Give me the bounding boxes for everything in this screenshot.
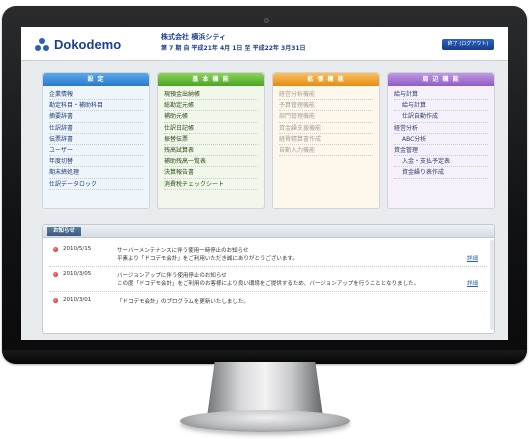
menu-item[interactable]: 伝票辞書 bbox=[49, 134, 143, 145]
dokodemo-logo-icon bbox=[35, 37, 50, 52]
menu-item[interactable]: 残高試算表 bbox=[164, 145, 258, 157]
panel-title: 周 辺 機 能 bbox=[388, 73, 494, 86]
menu-item[interactable]: 企業情報 bbox=[49, 89, 143, 101]
fiscal-period: 第 7 期 自 平成21年 4月 1日 至 平成22年 3月31日 bbox=[161, 45, 306, 52]
company-name: 株式会社 横浜シティ bbox=[161, 33, 227, 41]
detail-link[interactable]: 詳細 bbox=[467, 254, 478, 262]
panel-peripheral-functions: 周 辺 機 能 給与計算 給与計算 仕訳自動作成 経営分析 ABC分析 資金管理… bbox=[387, 72, 495, 209]
panel-extended-functions: 拡 張 機 能 経営分析機能 予算管理機能 部門管理機能 資金繰支援機能 経費精… bbox=[272, 72, 380, 209]
menu-item[interactable]: 摘要辞書 bbox=[49, 111, 143, 123]
menu-item-disabled: 経営分析機能 bbox=[279, 89, 373, 101]
monitor-stand-neck bbox=[207, 362, 323, 414]
panel-basic-functions: 基 本 機 能 現預金出納帳 総勘定元帳 補助元帳 仕訳日記帳 振替伝票 残高試… bbox=[157, 72, 265, 209]
app-screen: Dokodemo 株式会社 横浜シティ 第 7 期 自 平成21年 4月 1日 … bbox=[21, 27, 508, 340]
news-date: 2010/3/05 bbox=[63, 271, 92, 277]
menu-section-funds[interactable]: 資金管理 bbox=[394, 145, 488, 157]
menu-item[interactable]: 振替伝票 bbox=[164, 134, 258, 145]
menu-item[interactable]: 仕訳自動作成 bbox=[394, 111, 488, 123]
scrollbar[interactable] bbox=[490, 240, 494, 330]
notice-title: お知らせ bbox=[47, 227, 81, 236]
menu-item-disabled: 予算管理機能 bbox=[279, 100, 373, 112]
menu-section-analysis[interactable]: 経営分析 bbox=[394, 123, 488, 134]
menu-item[interactable]: 消費税チェックシート bbox=[164, 179, 258, 190]
menu-item[interactable]: 現預金出納帳 bbox=[164, 89, 258, 101]
notice-panel: お知らせ 2010/5/15 サーバーメンテナンスに伴う使用一時停止のお知らせ … bbox=[42, 224, 495, 334]
menu-item[interactable]: 仕訳データロック bbox=[49, 179, 143, 190]
menu-item[interactable]: ユーザー bbox=[49, 145, 143, 157]
divider bbox=[49, 291, 487, 292]
panel-settings: 設 定 企業情報 勘定科目・補助科目 摘要辞書 仕訳辞書 伝票辞書 ユーザー 年… bbox=[42, 72, 150, 209]
news-title: 「ドコデモ会計」のプログラムを更新いたしました。 bbox=[117, 299, 249, 305]
news-text: この度「ドコデモ会計」をご利用のお客様により良い環境をご提供するため、バージョン… bbox=[117, 281, 420, 287]
menu-section-payroll[interactable]: 給与計算 bbox=[394, 89, 488, 101]
news-date: 2010/3/01 bbox=[63, 297, 92, 303]
menu-item[interactable]: 補助残高一覧表 bbox=[164, 156, 258, 168]
menu-item[interactable]: 仕訳辞書 bbox=[49, 123, 143, 134]
menu-item[interactable]: 勘定科目・補助科目 bbox=[49, 100, 143, 112]
menu-item-disabled: 資金繰支援機能 bbox=[279, 123, 373, 134]
news-date: 2010/5/15 bbox=[63, 246, 92, 252]
menu-item-disabled: 自動入力機能 bbox=[279, 145, 373, 157]
panel-title: 基 本 機 能 bbox=[158, 73, 264, 86]
menu-item[interactable]: ABC分析 bbox=[394, 134, 488, 145]
menu-item-disabled: 経費精算書作成 bbox=[279, 134, 373, 145]
menu-item[interactable]: 資金繰り表作成 bbox=[394, 167, 488, 179]
news-title: サーバーメンテナンスに伴う使用一時停止のお知らせ bbox=[117, 248, 249, 254]
divider bbox=[49, 266, 487, 267]
bullet-icon bbox=[53, 298, 58, 303]
menu-item[interactable]: 補助元帳 bbox=[164, 111, 258, 123]
detail-link[interactable]: 詳細 bbox=[467, 279, 478, 287]
menu-item[interactable]: 年度切替 bbox=[49, 156, 143, 168]
bullet-icon bbox=[53, 272, 58, 277]
bullet-icon bbox=[53, 247, 58, 252]
logout-button[interactable]: 終了 (ログアウト) bbox=[442, 39, 494, 50]
logo[interactable]: Dokodemo bbox=[35, 37, 121, 52]
news-text: 平素より「ドコデモ会計」をご利用いただき誠にありがとうございます。 bbox=[117, 256, 298, 262]
webcam-icon bbox=[264, 18, 269, 23]
panel-title: 拡 張 機 能 bbox=[273, 73, 379, 86]
menu-item[interactable]: 給与計算 bbox=[394, 100, 488, 112]
menu-item-disabled: 部門管理機能 bbox=[279, 111, 373, 123]
menu-item[interactable]: 期末締処理 bbox=[49, 167, 143, 179]
menu-item[interactable]: 決算報告書 bbox=[164, 167, 258, 179]
monitor-stand-base bbox=[180, 410, 350, 432]
news-title: バージョンアップに伴う使用停止のお知らせ bbox=[117, 273, 227, 279]
menu-item[interactable]: 総勘定元帳 bbox=[164, 100, 258, 112]
menu-item[interactable]: 仕訳日記帳 bbox=[164, 123, 258, 134]
notice-header: お知らせ bbox=[43, 225, 494, 238]
logo-text: Dokodemo bbox=[54, 37, 122, 52]
menu-item[interactable]: 入金・支払予定表 bbox=[394, 156, 488, 168]
panel-title: 設 定 bbox=[43, 73, 149, 86]
app-header: Dokodemo 株式会社 横浜シティ 第 7 期 自 平成21年 4月 1日 … bbox=[21, 27, 508, 61]
